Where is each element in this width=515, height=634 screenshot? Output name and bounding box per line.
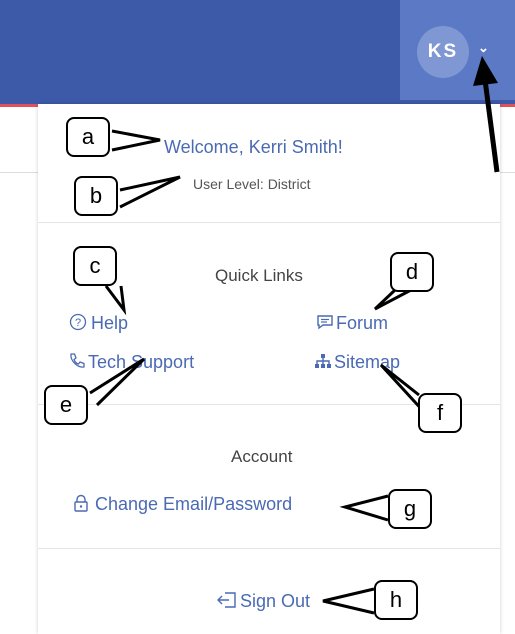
- pointer-a: [111, 129, 161, 152]
- callout-b: b: [74, 176, 118, 216]
- arrow-shaft: [481, 71, 500, 173]
- callout-e: e: [44, 385, 88, 425]
- pointer-g: [339, 494, 389, 522]
- callout-f: f: [418, 393, 462, 433]
- arrow-head: [473, 56, 498, 86]
- callout-g: g: [388, 489, 432, 529]
- pointer-c: [104, 285, 127, 316]
- callout-a: a: [66, 117, 110, 157]
- callout-c: c: [73, 246, 117, 286]
- pointer-d: [373, 288, 412, 311]
- annotation-pointers: [89, 56, 500, 615]
- pointer-b: [119, 175, 181, 209]
- callout-h: h: [374, 580, 418, 620]
- callout-d: d: [390, 252, 434, 292]
- pointer-h: [322, 587, 375, 615]
- pointer-e: [89, 357, 146, 407]
